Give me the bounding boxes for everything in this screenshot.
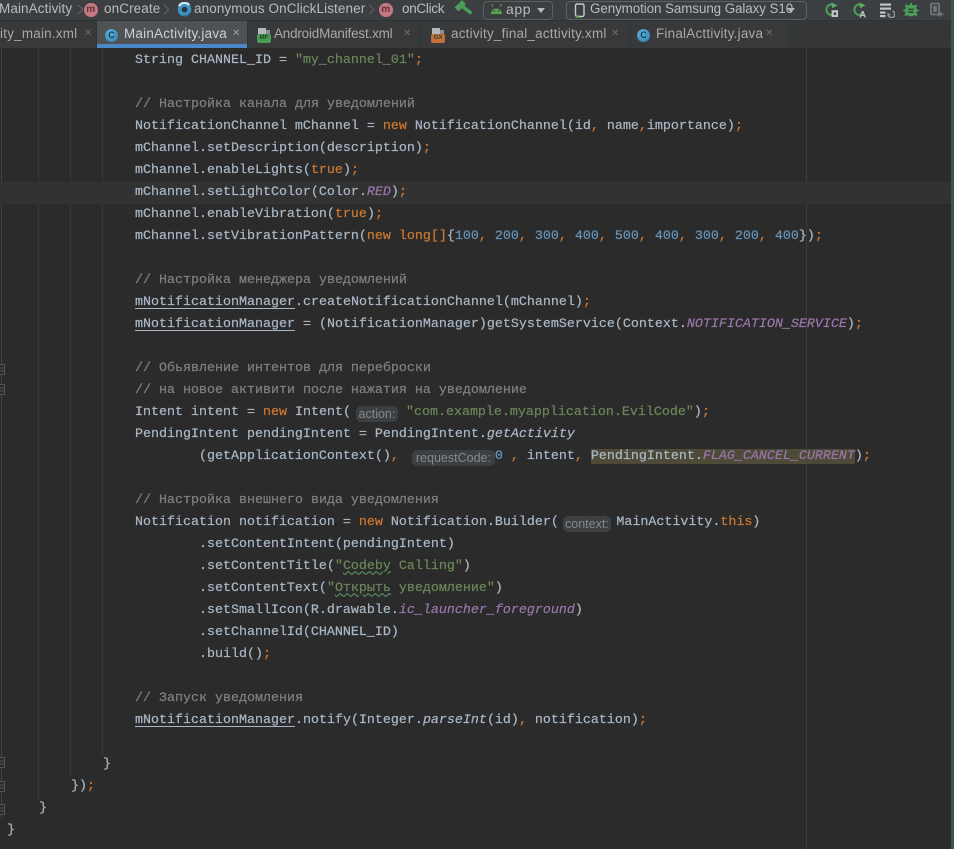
svg-text:A: A (859, 10, 866, 19)
